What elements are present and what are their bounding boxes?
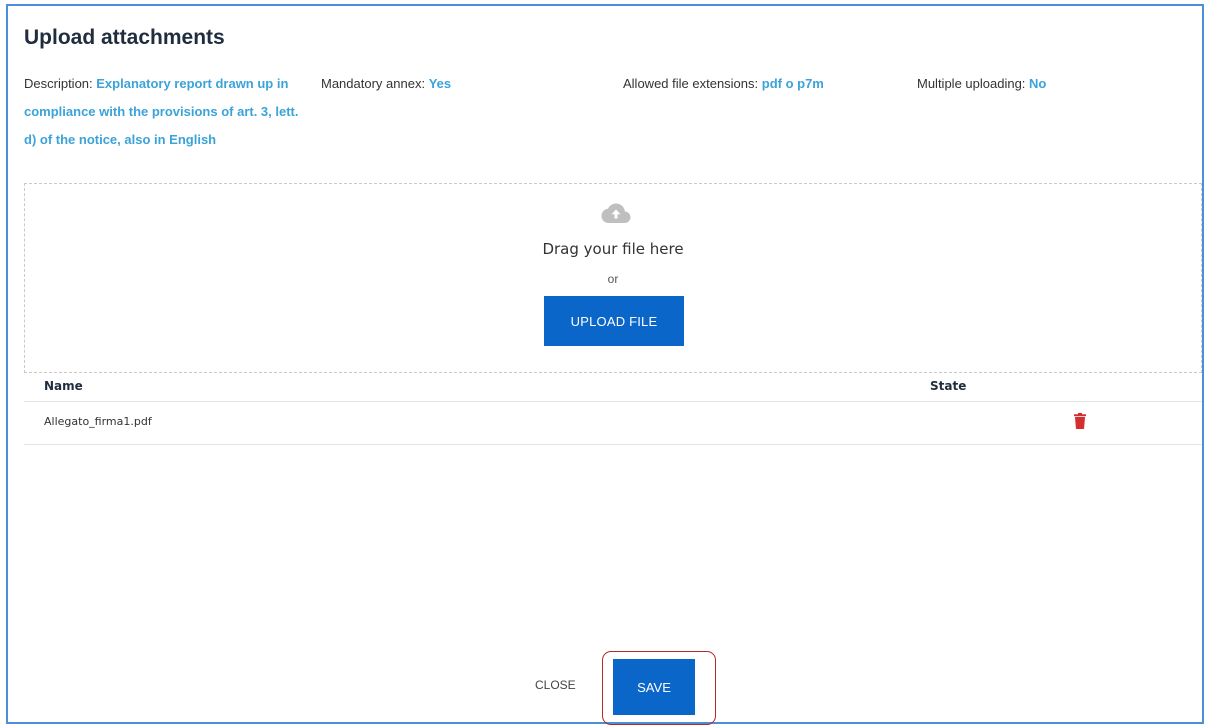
table-row: Allegato_firma1.pdf (24, 402, 1202, 445)
drag-file-text: Drag your file here (542, 240, 684, 258)
extensions-value: pdf o p7m (761, 76, 824, 91)
multiple-label: Multiple uploading: (917, 76, 1026, 91)
allowed-extensions-info: Allowed file extensions: pdf o p7m (623, 70, 824, 98)
description-label: Description: (24, 76, 93, 91)
dialog-title: Upload attachments (24, 26, 225, 49)
mandatory-label: Mandatory annex: (321, 76, 426, 91)
file-name-cell: Allegato_firma1.pdf (44, 415, 152, 428)
mandatory-annex-info: Mandatory annex: Yes (321, 70, 451, 98)
trash-icon[interactable] (1074, 413, 1086, 429)
multiple-uploading-info: Multiple uploading: No (917, 70, 1046, 98)
upload-file-button[interactable]: UPLOAD FILE (544, 296, 684, 346)
cloud-upload-icon (601, 203, 631, 223)
table-header: Name State (24, 373, 1202, 402)
or-separator: or (607, 272, 619, 286)
mandatory-value: Yes (428, 76, 452, 91)
close-button[interactable]: CLOSE (531, 670, 580, 700)
description-info: Description: Explanatory report drawn up… (24, 70, 309, 154)
extensions-label: Allowed file extensions: (623, 76, 759, 91)
upload-attachments-dialog: Upload attachments Description: Explanat… (6, 4, 1204, 725)
column-header-state: State (930, 379, 967, 393)
file-dropzone[interactable]: Drag your file here or UPLOAD FILE (24, 183, 1202, 373)
column-header-name: Name (44, 379, 83, 393)
multiple-value: No (1029, 76, 1047, 91)
save-button[interactable]: SAVE (613, 659, 695, 715)
